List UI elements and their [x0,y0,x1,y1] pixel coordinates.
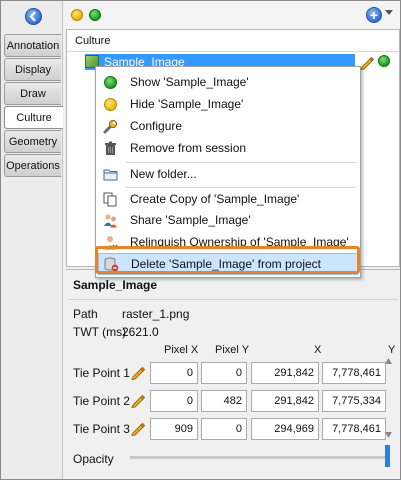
edit-pencil-icon[interactable] [130,420,146,436]
col-header-pixel-y: Pixel Y [215,344,250,356]
tab-operations[interactable]: Operations [4,154,61,177]
tab-culture[interactable]: Culture [4,106,63,129]
tab-draw[interactable]: Draw [4,82,61,105]
tie-point-1-label: Tie Point 1 [73,366,130,380]
tab-display[interactable]: Display [4,58,61,81]
folder-icon [103,169,118,181]
tab-annotation[interactable]: Annotation [4,34,61,57]
tie-point-2-pixel-y[interactable]: 482 [201,390,247,412]
show-all-green-icon[interactable] [89,9,101,21]
menu-item-delete-from-project[interactable]: Delete 'Sample_Image' from project [98,253,358,275]
tie-point-2-pixel-x[interactable]: 0 [150,390,198,412]
hide-all-yellow-icon[interactable] [71,9,83,21]
culture-panel-window: Annotation Display Draw Culture Geometry… [0,0,401,480]
menu-item-label: Remove from session [130,141,247,155]
menu-item-label: Show 'Sample_Image' [130,75,249,89]
delete-db-icon [104,257,119,272]
tie-point-3-label: Tie Point 3 [73,422,130,436]
path-key: Path [73,307,98,321]
tie-point-2-y[interactable]: 7,775,334 [322,390,386,412]
tie-point-1-pixel-x[interactable]: 0 [150,362,198,384]
menu-item-configure[interactable]: Configure [96,116,360,137]
menu-item-show[interactable]: Show 'Sample_Image' [96,72,360,93]
menu-item-new-folder[interactable]: New folder... [96,164,360,185]
properties-panel: Sample_Image Path raster_1.png TWT (ms) … [66,269,400,479]
menu-item-label: Share 'Sample_Image' [130,213,251,227]
tie-point-3-pixel-x[interactable]: 909 [150,418,198,440]
path-value: raster_1.png [122,307,190,321]
opacity-label: Opacity [73,452,114,466]
relinquish-user-icon [104,236,118,250]
menu-item-label: Hide 'Sample_Image' [130,97,244,111]
green-dot-icon [103,75,118,90]
menu-item-label: Delete 'Sample_Image' from project [131,257,322,271]
chevron-down-icon[interactable] [385,10,393,15]
menu-separator [126,187,356,188]
tie-point-1-y[interactable]: 7,778,461 [322,362,386,384]
col-header-x: X [314,344,322,356]
back-arrow-icon [29,11,36,22]
tab-geometry[interactable]: Geometry [4,130,61,153]
menu-item-label: Configure [130,119,183,133]
tie-point-3-pixel-y[interactable]: 0 [201,418,247,440]
scroll-indicator[interactable] [385,358,392,438]
edit-pencil-icon[interactable] [130,364,146,380]
opacity-slider-thumb[interactable] [385,445,390,467]
edit-pencil-icon[interactable] [130,392,146,408]
copy-icon [103,192,117,207]
menu-item-label: Create Copy of 'Sample_Image' [130,192,300,206]
menu-item-relinquish-ownership[interactable]: Relinquish Ownership of 'Sample_Image' [96,232,360,253]
menu-separator [126,162,356,163]
tab-strip: Annotation Display Draw Culture Geometry… [1,1,63,479]
yellow-dot-icon [103,97,118,112]
menu-item-label: Relinquish Ownership of 'Sample_Image' [130,235,349,249]
add-button[interactable]: + [366,7,382,23]
tie-point-3-x[interactable]: 294,969 [251,418,319,440]
context-menu: Show 'Sample_Image' Hide 'Sample_Image' … [95,66,361,278]
tree-header: Culture [67,30,399,52]
opacity-slider-track[interactable] [130,456,386,459]
menu-item-remove-from-session[interactable]: Remove from session [96,138,360,159]
tie-point-2-label: Tie Point 2 [73,394,130,408]
tie-point-1-x[interactable]: 291,842 [251,362,319,384]
share-users-icon [104,214,117,228]
menu-item-label: New folder... [130,167,197,181]
menu-item-create-copy[interactable]: Create Copy of 'Sample_Image' [96,189,360,210]
tie-point-1-pixel-y[interactable]: 0 [201,362,247,384]
edit-pencil-icon[interactable] [359,54,375,70]
menu-item-share[interactable]: Share 'Sample_Image' [96,210,360,231]
back-button[interactable] [25,8,42,25]
menu-item-hide[interactable]: Hide 'Sample_Image' [96,94,360,115]
top-toolbar: + [64,1,400,29]
tie-point-3-y[interactable]: 7,778,461 [322,418,386,440]
trash-icon [105,141,116,155]
divider [68,299,398,300]
twt-value: 2621.0 [122,325,159,339]
properties-title: Sample_Image [73,278,158,292]
col-header-pixel-x: Pixel X [164,344,199,356]
twt-key: TWT (ms) [73,325,127,339]
tie-point-2-x[interactable]: 291,842 [251,390,319,412]
col-header-y: Y [388,344,396,356]
wrench-icon [103,119,118,134]
visible-green-icon[interactable] [378,55,390,67]
